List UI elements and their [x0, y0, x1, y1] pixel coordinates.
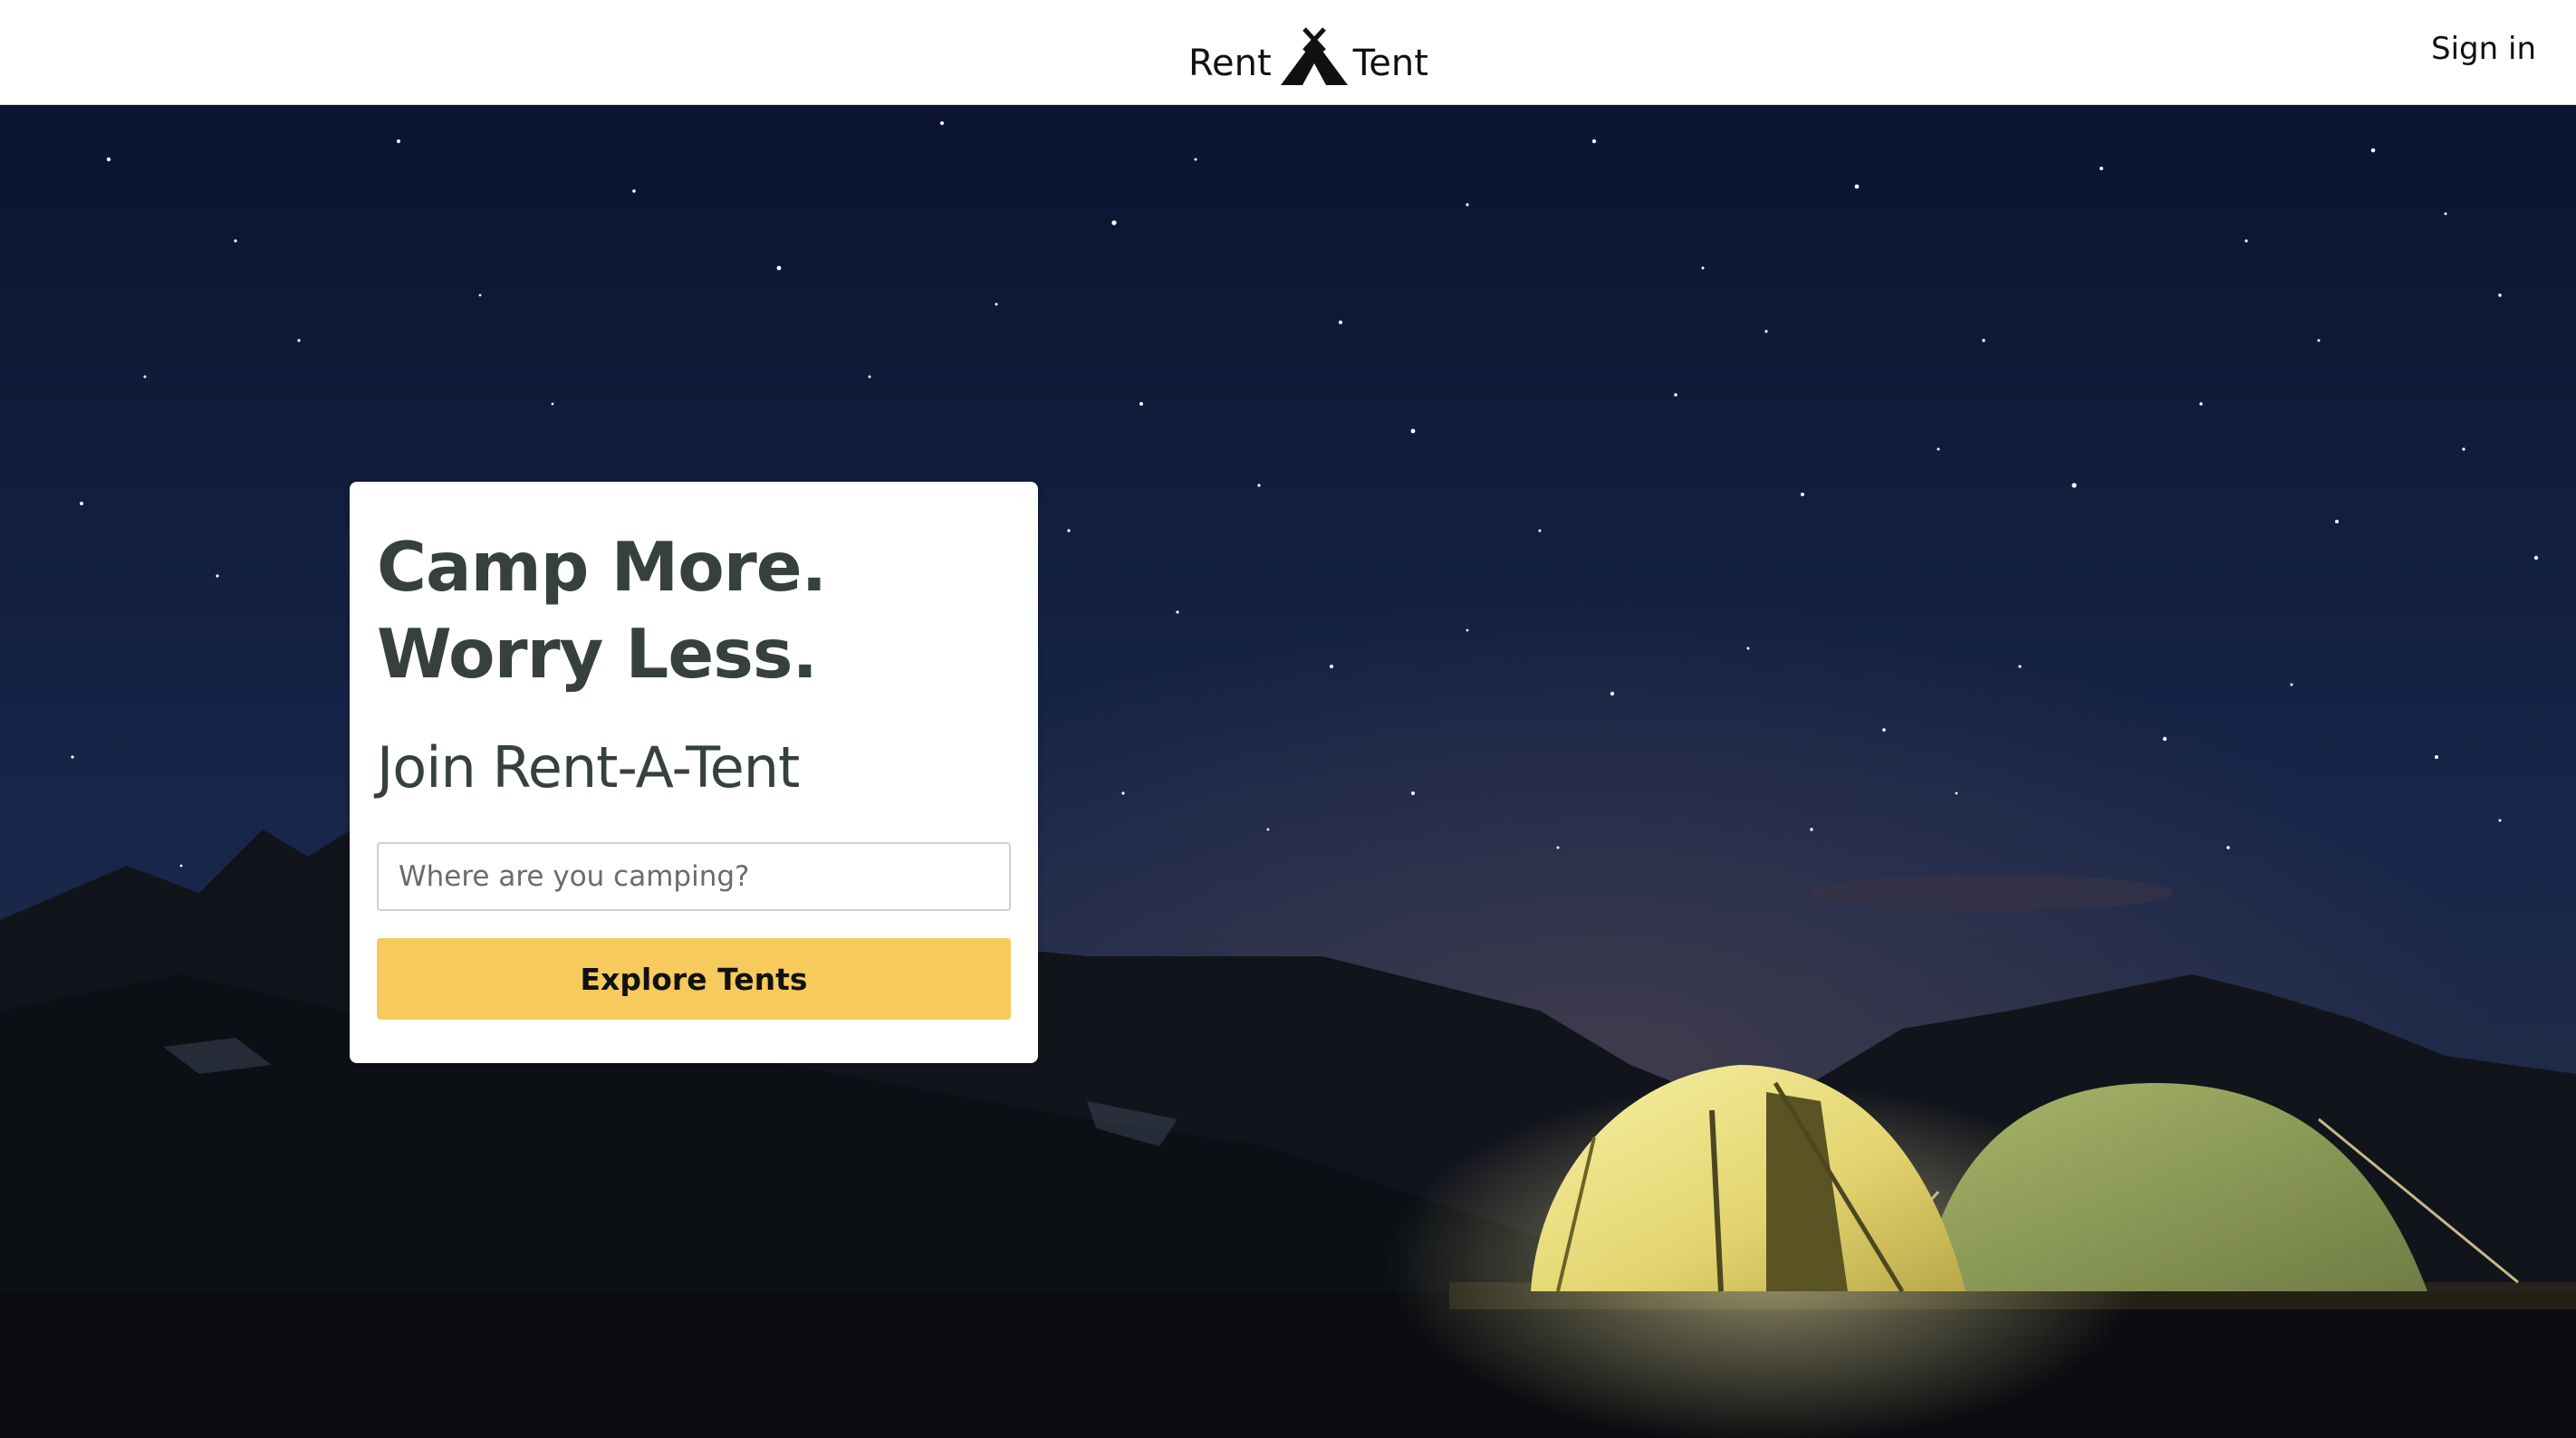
hero-headline: Camp More. Worry Less. [377, 523, 1011, 697]
location-search-input[interactable] [377, 842, 1011, 911]
headline-line-1: Camp More. [377, 527, 827, 607]
join-subheadline: Join Rent-A-Tent [377, 734, 800, 800]
hero-section: Camp More. Worry Less. Join Rent-A-Tent … [0, 105, 2576, 1438]
headline-line-2: Worry Less. [377, 614, 818, 694]
sign-in-link[interactable]: Sign in [2431, 31, 2536, 67]
logo-text-left: Rent [1188, 43, 1272, 84]
top-nav: Rent Tent Sign in [0, 0, 2576, 105]
tent-icon [1280, 27, 1348, 85]
explore-tents-button[interactable]: Explore Tents [377, 938, 1011, 1020]
brand-logo[interactable]: Rent Tent [1188, 18, 1428, 87]
logo-text-right: Tent [1352, 43, 1428, 84]
signup-card: Camp More. Worry Less. Join Rent-A-Tent … [350, 482, 1038, 1063]
